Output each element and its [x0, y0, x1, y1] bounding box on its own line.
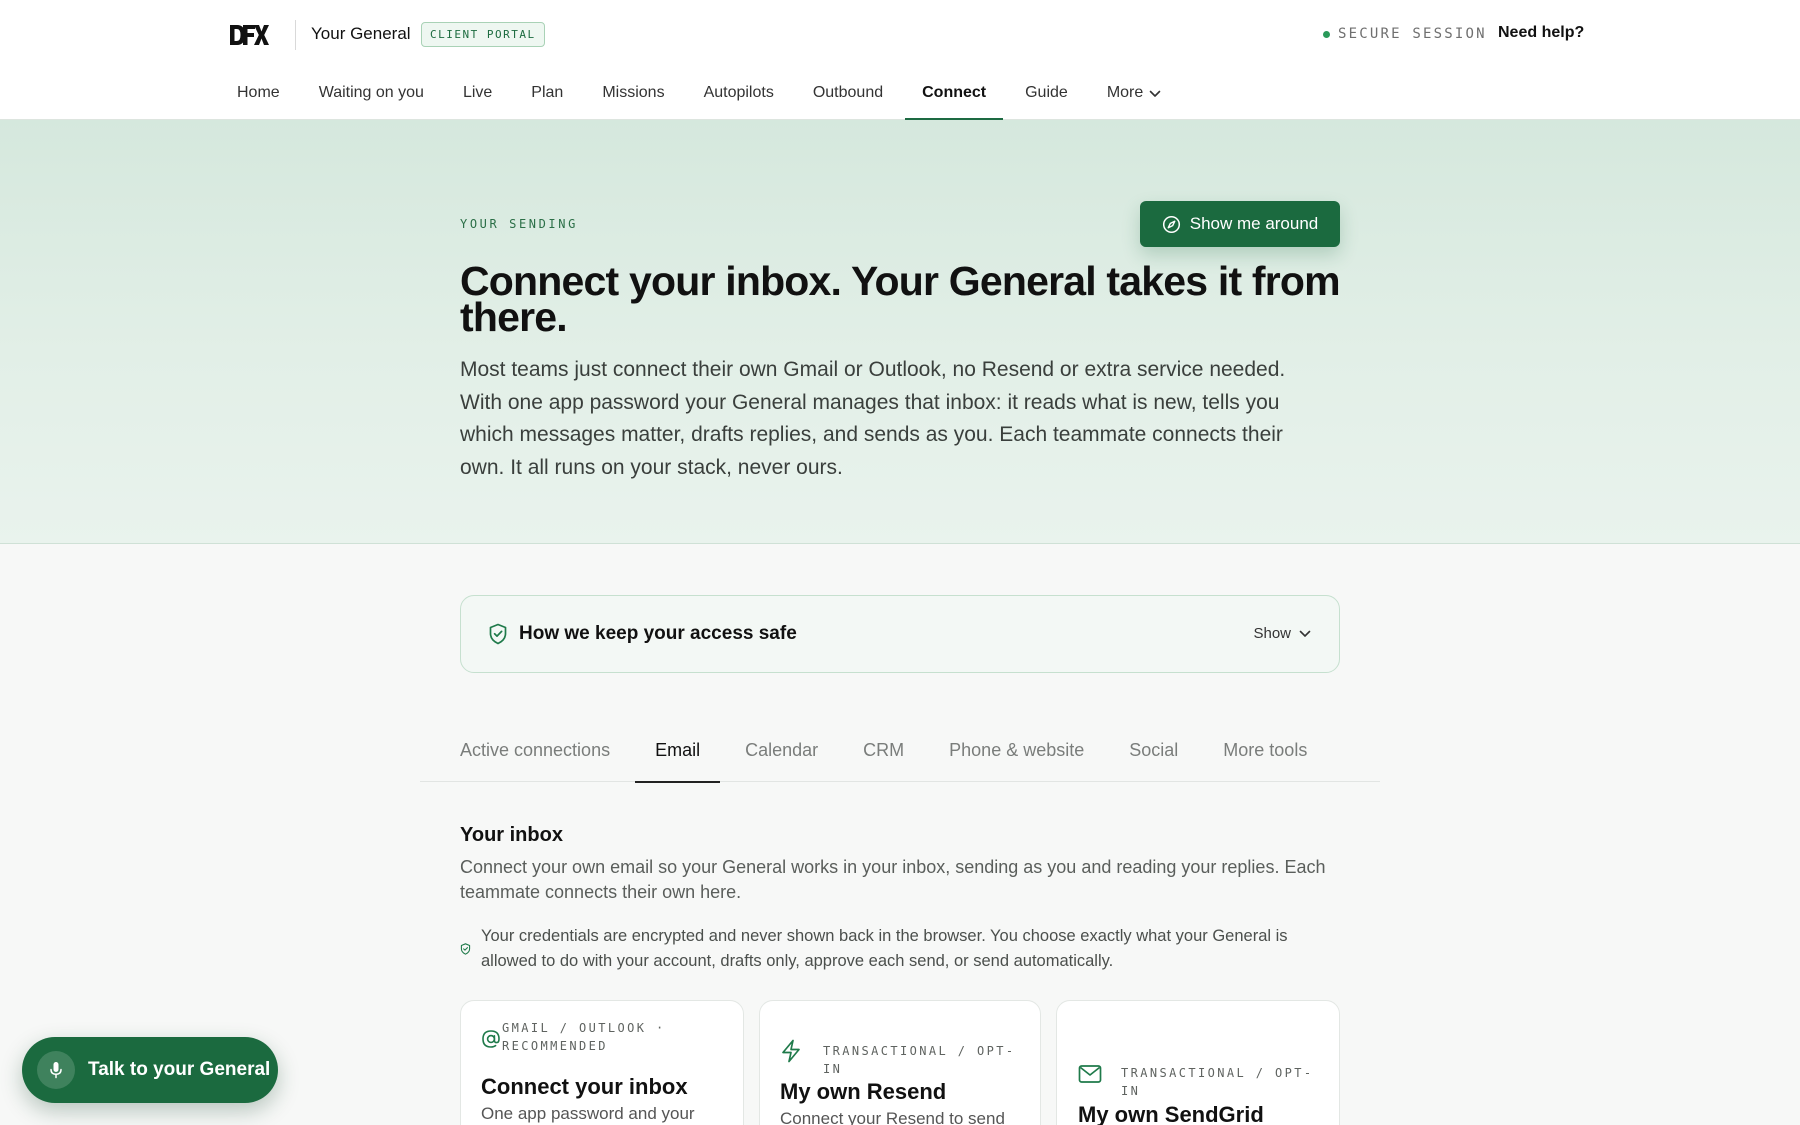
mail-icon	[1078, 1065, 1102, 1083]
connect-inbox-card[interactable]: GMAIL / OUTLOOK · RECOMMENDED Connect yo…	[460, 1000, 744, 1125]
nav-item-plan[interactable]: Plan	[514, 72, 580, 120]
nav-item-guide[interactable]: Guide	[1008, 72, 1085, 120]
card-tag: TRANSACTIONAL / OPT-IN	[823, 1044, 1016, 1076]
access-safety-panel[interactable]: How we keep your access safe Show	[460, 595, 1340, 673]
resend-card[interactable]: TRANSACTIONAL / OPT-IN My own Resend Con…	[759, 1000, 1041, 1125]
tab-crm[interactable]: CRM	[843, 724, 924, 782]
lightning-icon	[782, 1039, 800, 1063]
nav-item-home[interactable]: Home	[220, 72, 297, 120]
show-me-around-label: Show me around	[1189, 214, 1319, 233]
card-tag: TRANSACTIONAL / OPT-IN	[1121, 1066, 1314, 1098]
need-help-link[interactable]: Need help?	[1498, 24, 1584, 42]
nav-item-more[interactable]: More	[1090, 72, 1178, 120]
shield-check-icon	[460, 943, 471, 955]
client-portal-badge: CLIENT PORTAL	[421, 22, 545, 47]
nav-item-autopilots[interactable]: Autopilots	[687, 72, 791, 120]
card-description: Connect your Resend to send	[780, 1109, 1005, 1125]
nav-more-label: More	[1106, 84, 1144, 101]
dfx-logo-mark	[230, 25, 269, 45]
brand-name: Your General	[311, 24, 411, 43]
credentials-note: Your credentials are encrypted and never…	[460, 924, 1340, 974]
connection-tabs: Active connections Email Calendar CRM Ph…	[420, 724, 1380, 783]
nav-item-connect[interactable]: Connect	[905, 72, 1004, 121]
compass-icon	[1162, 215, 1180, 233]
access-safety-toggle-label: Show	[1253, 625, 1291, 642]
secure-session-indicator: SECURE SESSION	[1323, 26, 1487, 42]
chevron-down-icon	[1299, 630, 1311, 637]
hero-eyebrow: YOUR SENDING	[460, 217, 578, 231]
credentials-note-text: Your credentials are encrypted and never…	[481, 927, 1288, 970]
mic-button-circle	[37, 1051, 75, 1089]
access-safety-title: How we keep your access safe	[519, 623, 797, 644]
tab-social[interactable]: Social	[1109, 724, 1198, 782]
microphone-icon	[50, 1062, 62, 1079]
card-title: My own Resend	[780, 1079, 947, 1104]
tab-phone-website[interactable]: Phone & website	[929, 724, 1104, 782]
hero-description: Most teams just connect their own Gmail …	[460, 358, 1286, 479]
nav-item-waiting-on-you[interactable]: Waiting on you	[302, 72, 441, 120]
tab-more-tools[interactable]: More tools	[1203, 724, 1327, 782]
status-dot-icon	[1323, 30, 1330, 38]
inbox-section-title: Your inbox	[460, 824, 563, 846]
tab-active-connections[interactable]: Active connections	[440, 724, 630, 782]
page-title: Connect your inbox. Your General takes i…	[460, 258, 1341, 340]
nav-item-outbound[interactable]: Outbound	[796, 72, 900, 120]
card-title: My own SendGrid	[1078, 1102, 1264, 1125]
talk-to-general-label: Talk to your General	[88, 1059, 271, 1080]
nav-item-missions[interactable]: Missions	[585, 72, 681, 120]
access-safety-toggle[interactable]: Show	[1253, 625, 1311, 642]
sendgrid-card[interactable]: TRANSACTIONAL / OPT-IN My own SendGrid	[1056, 1000, 1340, 1125]
shield-check-icon	[489, 623, 507, 645]
card-description: One app password and your	[481, 1104, 695, 1123]
talk-to-general-button[interactable]: Talk to your General	[22, 1037, 278, 1103]
dfx-logo[interactable]	[229, 21, 269, 49]
tab-email[interactable]: Email	[635, 724, 721, 783]
nav-item-live[interactable]: Live	[446, 72, 509, 120]
tab-calendar[interactable]: Calendar	[725, 724, 838, 782]
secure-session-label: SECURE SESSION	[1338, 26, 1487, 42]
chevron-down-icon	[1149, 90, 1161, 97]
card-tag: GMAIL / OUTLOOK · RECOMMENDED	[502, 1021, 666, 1053]
inbox-section-description: Connect your own email so your General w…	[460, 857, 1326, 902]
brand-divider	[295, 20, 296, 50]
at-sign-icon	[482, 1030, 500, 1048]
show-me-around-button[interactable]: Show me around	[1140, 201, 1340, 247]
top-bar: Your General CLIENT PORTAL SECURE SESSIO…	[0, 0, 1800, 121]
main-nav: Home Waiting on you Live Plan Missions A…	[220, 72, 1183, 121]
card-title: Connect your inbox	[481, 1074, 688, 1099]
